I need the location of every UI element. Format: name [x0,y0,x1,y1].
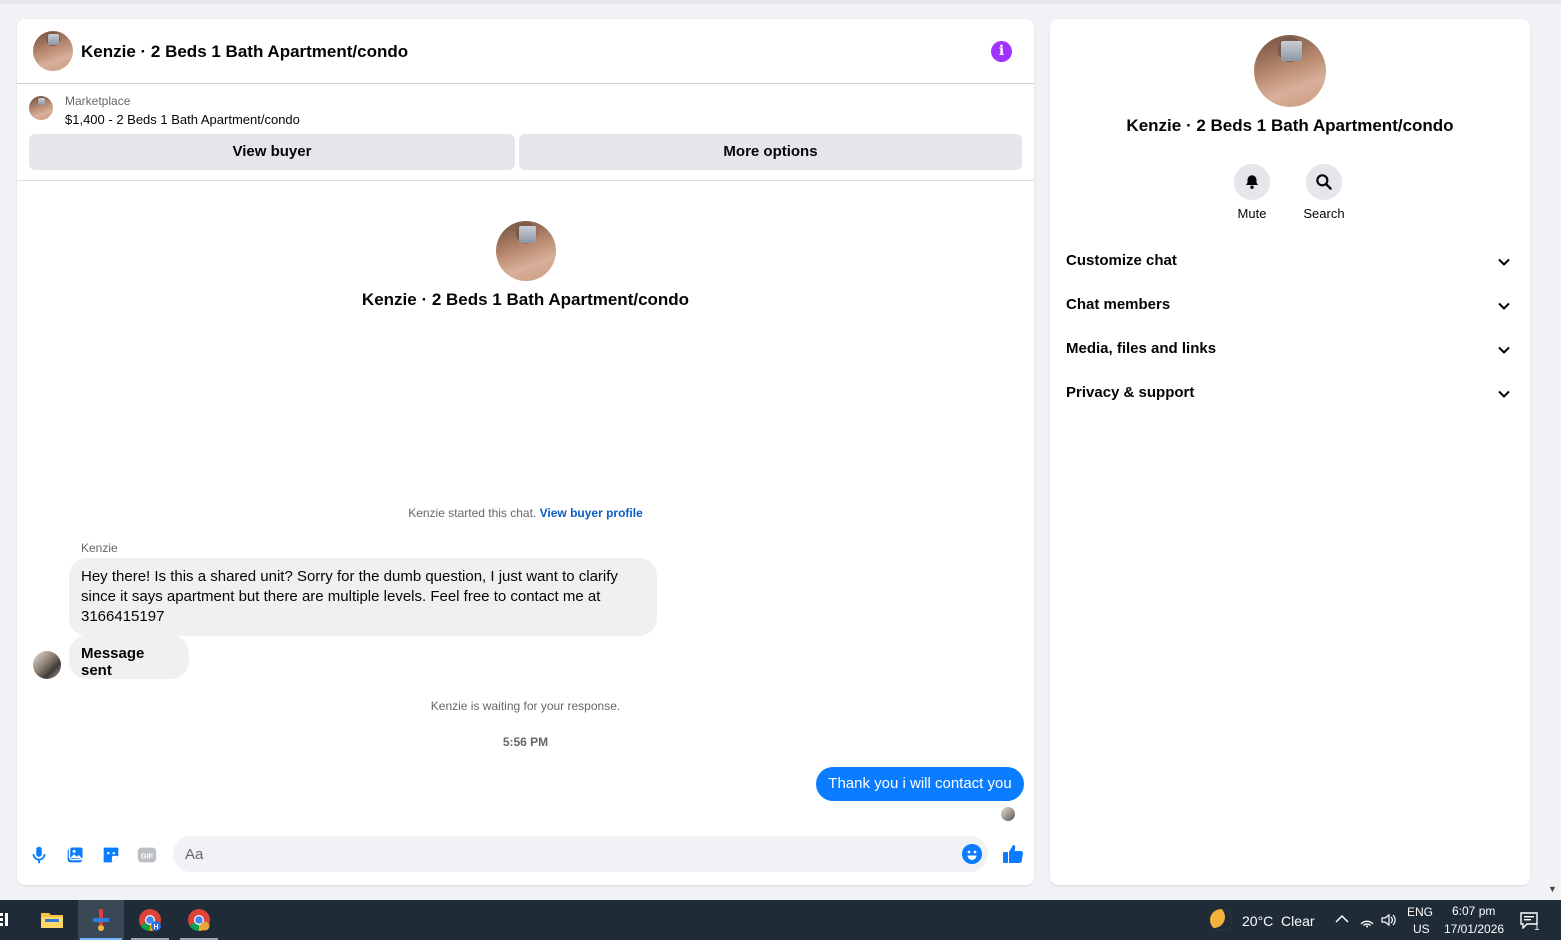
moon-icon[interactable] [1210,909,1232,931]
app-icon [93,909,109,931]
contact-avatar[interactable] [33,31,73,71]
folder-icon [41,913,63,928]
section-media-files-links[interactable]: Media, files and links [1050,327,1530,371]
clock-date[interactable]: 17/01/2026 [1444,922,1504,936]
search-icon [1316,174,1332,190]
info-title: Kenzie · 2 Beds 1 Bath Apartment/condo [1126,116,1454,135]
chat-started-text: Kenzie started this chat. [408,506,537,520]
section-label: Privacy & support [1066,384,1195,401]
info-avatar[interactable] [1254,35,1326,107]
chevron-down-icon [1498,258,1510,266]
clock-time[interactable]: 6:07 pm [1452,904,1495,918]
sender-avatar[interactable] [33,651,61,679]
search-button[interactable]: Search [1294,164,1354,221]
view-buyer-button[interactable]: View buyer [29,134,515,170]
scroll-down-arrow[interactable]: ▼ [1548,884,1557,894]
info-icon[interactable]: i [991,41,1012,62]
keyboard-layout[interactable]: US [1413,922,1430,936]
section-customize-chat[interactable]: Customize chat [1050,239,1530,283]
seen-indicator-avatar [1001,807,1015,821]
mute-label: Mute [1237,206,1267,221]
active-app[interactable] [78,900,124,940]
gif-icon[interactable]: GIF [136,844,158,866]
more-options-button[interactable]: More options [519,134,1022,170]
header-divider [17,180,1034,181]
message-sent-bubble[interactable]: Message sent [69,635,189,679]
wifi-icon[interactable] [1359,912,1375,928]
chat-title[interactable]: Kenzie · 2 Beds 1 Bath Apartment/condo [81,42,408,62]
chat-info-panel: Kenzie · 2 Beds 1 Bath Apartment/condo M… [1050,19,1530,885]
section-label: Chat members [1066,296,1171,313]
listing-summary[interactable]: $1,400 - 2 Beds 1 Bath Apartment/condo [65,112,300,127]
sticker-icon[interactable] [100,844,122,866]
outgoing-message[interactable]: Thank you i will contact you [816,767,1024,801]
intro-title: Kenzie · 2 Beds 1 Bath Apartment/condo [361,290,690,309]
chevron-up-icon[interactable] [1335,914,1349,924]
marketplace-label: Marketplace [65,94,131,108]
chat-started-notice: Kenzie started this chat. View buyer pro… [17,506,1034,520]
bell-icon [1246,175,1258,189]
incoming-message[interactable]: Hey there! Is this a shared unit? Sorry … [69,558,657,636]
waiting-notice: Kenzie is waiting for your response. [430,699,621,713]
svg-text:GIF: GIF [141,852,154,861]
taskbar: H 20°C Clear ENG US 6:07 pm 17/01/2026 1 [0,900,1561,940]
intro-avatar [496,221,556,281]
listing-thumbnail[interactable] [29,96,53,120]
message-timestamp: 5:56 PM [502,735,549,749]
chrome-icon [188,909,210,931]
top-border [0,0,1561,4]
chrome-app-profile-h[interactable]: H [127,900,173,940]
svg-text:H: H [153,924,158,931]
chrome-app[interactable] [176,900,222,940]
view-buyer-profile-link[interactable]: View buyer profile [540,506,643,520]
chat-panel: Kenzie · 2 Beds 1 Bath Apartment/condo i… [17,19,1034,885]
chrome-icon: H [139,909,161,931]
weather-text[interactable]: 20°C Clear [1242,913,1315,929]
file-explorer-app[interactable] [28,900,74,940]
section-label: Media, files and links [1066,340,1217,357]
thumbs-up-icon[interactable] [1001,842,1025,866]
language-code[interactable]: ENG [1407,905,1433,919]
notification-count: 1 [1534,922,1540,933]
chevron-down-icon [1498,302,1510,310]
section-privacy-support[interactable]: Privacy & support [1050,371,1530,415]
chevron-down-icon [1498,346,1510,354]
chat-header: Kenzie · 2 Beds 1 Bath Apartment/condo i [17,19,1034,84]
section-chat-members[interactable]: Chat members [1050,283,1530,327]
emoji-icon[interactable] [962,844,982,864]
message-input[interactable] [173,836,988,872]
volume-icon[interactable] [1380,912,1398,928]
microphone-icon[interactable] [28,844,50,866]
mute-button[interactable]: Mute [1222,164,1282,221]
section-label: Customize chat [1066,252,1177,269]
search-label: Search [1303,206,1345,221]
sender-name: Kenzie [81,541,118,555]
photo-icon[interactable] [64,844,86,866]
task-view-icon[interactable] [0,912,10,928]
chevron-down-icon [1498,390,1510,398]
